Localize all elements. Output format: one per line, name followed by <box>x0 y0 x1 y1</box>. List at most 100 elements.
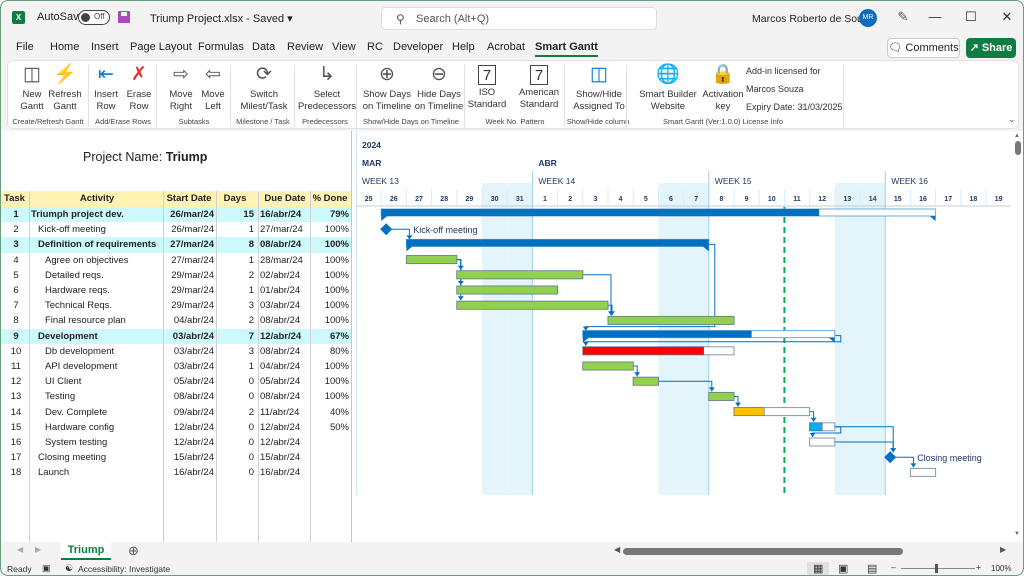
cell-days[interactable]: 0 <box>216 465 256 480</box>
tab-help[interactable]: Help <box>452 41 475 53</box>
page-layout-view-icon[interactable]: ▣ <box>838 562 848 575</box>
cell-days[interactable]: 7 <box>216 329 256 344</box>
cell-start[interactable]: 08/abr/24 <box>164 389 214 404</box>
scroll-tabs-left-icon[interactable]: ◀ <box>17 545 23 554</box>
tab-acrobat[interactable]: Acrobat <box>487 41 525 53</box>
cell-due[interactable]: 12/abr/24 <box>260 435 310 450</box>
table-row[interactable]: 3 Definition of requirements 27/mar/24 8 08/… <box>1 237 351 253</box>
table-row[interactable]: 15 Hardware config 12/abr/24 0 12/abr/24 50% <box>1 420 351 435</box>
vertical-scrollbar[interactable]: ▲ ▼ <box>1011 131 1023 542</box>
new-gantt-button[interactable]: ◫ New Gantt <box>18 63 46 112</box>
add-sheet-icon[interactable]: ⊕ <box>128 543 139 559</box>
cell-start[interactable]: 16/abr/24 <box>164 465 214 480</box>
hscroll-right-icon[interactable]: ▶ <box>1000 545 1006 554</box>
cell-days[interactable]: 3 <box>216 344 256 359</box>
cell-start[interactable]: 26/mar/24 <box>164 222 214 237</box>
cell-days[interactable]: 0 <box>216 374 256 389</box>
cell-activity[interactable]: Definition of requirements <box>31 237 163 252</box>
cell-due[interactable]: 08/abr/24 <box>260 344 310 359</box>
tab-formulas[interactable]: Formulas <box>198 41 244 53</box>
tab-smart-gantt[interactable]: Smart Gantt <box>535 41 598 57</box>
activation-key-button[interactable]: 🔒 Activation key <box>701 63 745 112</box>
pen-icon[interactable]: ✎ <box>893 9 913 25</box>
cell-task[interactable]: 4 <box>4 253 28 268</box>
cell-done[interactable]: 79% <box>311 207 349 222</box>
cell-days[interactable]: 3 <box>216 298 256 313</box>
move-left-button[interactable]: ⇦ Move Left <box>198 63 228 112</box>
cell-start[interactable]: 29/mar/24 <box>164 268 214 283</box>
cell-due[interactable]: 05/abr/24 <box>260 374 310 389</box>
cell-days[interactable]: 8 <box>216 237 256 252</box>
smart-builder-website-button[interactable]: 🌐 Smart Builder Website <box>632 63 704 112</box>
cell-start[interactable]: 12/abr/24 <box>164 420 214 435</box>
show-days-on-timeline-button[interactable]: ⊕ Show Days on Timeline <box>361 63 413 112</box>
cell-due[interactable]: 08/abr/24 <box>260 389 310 404</box>
cell-activity[interactable]: Kick-off meeting <box>31 222 163 237</box>
cell-task[interactable]: 14 <box>4 405 28 420</box>
cell-activity[interactable]: Hardware reqs. <box>31 283 163 298</box>
cell-days[interactable]: 0 <box>216 420 256 435</box>
cell-days[interactable]: 2 <box>216 313 256 328</box>
column-header[interactable]: Days <box>216 191 256 207</box>
tab-file[interactable]: File <box>16 41 34 53</box>
cell-activity[interactable]: UI Client <box>31 374 163 389</box>
cell-due[interactable]: 16/abr/24 <box>260 207 310 222</box>
cell-days[interactable]: 2 <box>216 405 256 420</box>
select-predecessors-button[interactable]: ↳ Select Predecessors <box>296 63 358 112</box>
table-row[interactable]: 12 UI Client 05/abr/24 0 05/abr/24 100% <box>1 374 351 389</box>
cell-activity[interactable]: Dev. Complete <box>31 405 163 420</box>
hscroll-left-icon[interactable]: ◀ <box>614 545 620 554</box>
cell-start[interactable]: 04/abr/24 <box>164 313 214 328</box>
table-row[interactable]: 18 Launch 16/abr/24 0 16/abr/24 <box>1 465 351 480</box>
table-row[interactable]: 14 Dev. Complete 09/abr/24 2 11/abr/24 40% <box>1 405 351 420</box>
cell-due[interactable]: 11/abr/24 <box>260 405 310 420</box>
cell-start[interactable]: 26/mar/24 <box>164 207 214 222</box>
cell-task[interactable]: 5 <box>4 268 28 283</box>
tab-home[interactable]: Home <box>50 41 79 53</box>
tab-view[interactable]: View <box>332 41 356 53</box>
table-row[interactable]: 16 System testing 12/abr/24 0 12/abr/24 <box>1 435 351 450</box>
cell-due[interactable]: 16/abr/24 <box>260 465 310 480</box>
column-header[interactable]: Due Date <box>260 191 310 207</box>
cell-done[interactable]: 100% <box>311 268 349 283</box>
cell-task[interactable]: 15 <box>4 420 28 435</box>
cell-days[interactable]: 1 <box>216 253 256 268</box>
cell-due[interactable]: 01/abr/24 <box>260 283 310 298</box>
table-row[interactable]: 1 Triumph project dev. 26/mar/24 15 16/abr/2… <box>1 207 351 223</box>
cell-start[interactable]: 15/abr/24 <box>164 450 214 465</box>
cell-task[interactable]: 1 <box>4 207 28 222</box>
cell-due[interactable]: 28/mar/24 <box>260 253 310 268</box>
table-row[interactable]: 5 Detailed reqs. 29/mar/24 2 02/abr/24 100% <box>1 268 351 283</box>
cell-days[interactable]: 1 <box>216 222 256 237</box>
american-standard-button[interactable]: 7 American Standard <box>514 63 564 110</box>
table-row[interactable]: 4 Agree on objectives 27/mar/24 1 28/mar/24 1… <box>1 253 351 268</box>
cell-days[interactable]: 0 <box>216 435 256 450</box>
cell-done[interactable] <box>311 450 349 465</box>
cell-activity[interactable]: Launch <box>31 465 163 480</box>
cell-task[interactable]: 10 <box>4 344 28 359</box>
show-hide-assigned-to-button[interactable]: ◫ Show/Hide Assigned To <box>568 63 630 112</box>
cell-done[interactable]: 40% <box>311 405 349 420</box>
column-header[interactable]: % Done <box>311 191 349 207</box>
cell-start[interactable]: 12/abr/24 <box>164 435 214 450</box>
cell-activity[interactable]: Triumph project dev. <box>31 207 163 222</box>
refresh-gantt-button[interactable]: ⚡ Refresh Gantt <box>48 63 82 112</box>
cell-days[interactable]: 2 <box>216 268 256 283</box>
table-row[interactable]: 11 API development 03/abr/24 1 04/abr/24 100% <box>1 359 351 374</box>
cell-activity[interactable]: Db development <box>31 344 163 359</box>
cell-start[interactable]: 29/mar/24 <box>164 298 214 313</box>
table-row[interactable]: 6 Hardware reqs. 29/mar/24 1 01/abr/24 100% <box>1 283 351 298</box>
cell-start[interactable]: 03/abr/24 <box>164 359 214 374</box>
cell-due[interactable]: 08/abr/24 <box>260 237 310 252</box>
table-row[interactable]: 2 Kick-off meeting 26/mar/24 1 27/mar/24 100% <box>1 222 351 237</box>
tab-review[interactable]: Review <box>287 41 323 53</box>
cell-activity[interactable]: System testing <box>31 435 163 450</box>
document-title[interactable]: Triump Project.xlsx - Saved ▾ <box>150 12 293 25</box>
insert-row-button[interactable]: ⇤ Insert Row <box>92 63 120 112</box>
cell-activity[interactable]: Closing meeting <box>31 450 163 465</box>
scroll-tabs-right-icon[interactable]: ▶ <box>35 545 41 554</box>
cell-done[interactable]: 100% <box>311 389 349 404</box>
column-header[interactable]: Task <box>4 191 28 207</box>
iso-standard-button[interactable]: 7 ISO Standard <box>467 63 507 110</box>
cell-due[interactable]: 08/abr/24 <box>260 313 310 328</box>
